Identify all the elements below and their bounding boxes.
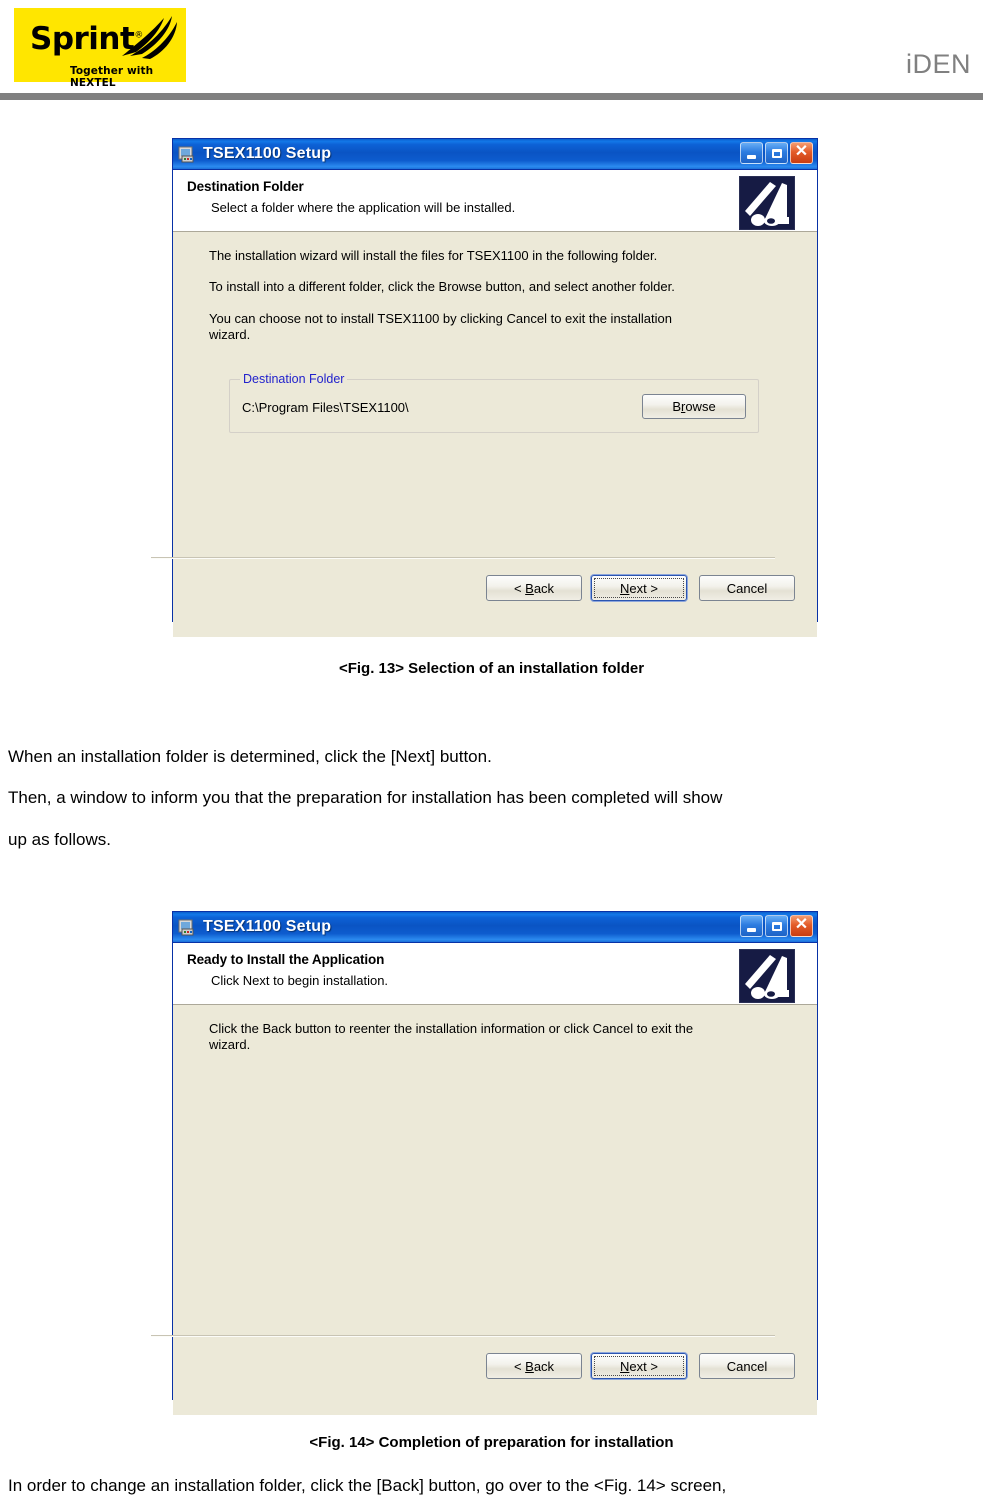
dialog-paragraph: The installation wizard will install the… xyxy=(209,248,658,263)
dialog-titlebar[interactable]: TSEX1100 Setup ✕ xyxy=(173,139,817,170)
setup-brand-icon xyxy=(739,176,795,230)
setup-dialog-ready-to-install[interactable]: TSEX1100 Setup ✕ Ready to Install the Ap… xyxy=(151,911,818,1415)
setup-dialog-destination-folder[interactable]: TSEX1100 Setup ✕ Destination Folder Sele… xyxy=(151,138,818,637)
focus-indicator xyxy=(594,1356,684,1376)
back-button[interactable]: < Back xyxy=(486,575,582,601)
dialog-paragraph: You can choose not to install TSEX1100 b… xyxy=(209,310,672,342)
browse-button-label: Browse xyxy=(672,399,716,414)
header-divider xyxy=(0,93,983,100)
page-header: Sprint® Together with NEXTEL iDEN xyxy=(0,0,983,100)
dialog-header-title: Ready to Install the Application xyxy=(187,952,385,967)
installer-package-icon xyxy=(178,918,197,937)
back-button-label: < Back xyxy=(513,580,555,596)
destination-folder-groupbox: Destination Folder C:\Program Files\TSEX… xyxy=(229,372,759,433)
figure-14-caption: <Fig. 14> Completion of preparation for … xyxy=(309,1434,674,1451)
destination-folder-path: C:\Program Files\TSEX1100\ xyxy=(242,400,409,415)
minimize-button[interactable] xyxy=(740,142,763,164)
sprint-tagline: Together with NEXTEL xyxy=(70,65,154,89)
dialog-body: Click the Back button to reenter the ins… xyxy=(151,1005,817,1415)
maximize-button[interactable] xyxy=(765,142,788,164)
cancel-button[interactable]: Cancel xyxy=(699,575,795,601)
close-icon: ✕ xyxy=(794,143,809,160)
close-icon: ✕ xyxy=(794,916,809,933)
dialog-header-subtitle: Click Next to begin installation. xyxy=(211,973,389,988)
destination-folder-group-label: Destination Folder xyxy=(240,372,348,386)
minimize-icon xyxy=(747,927,756,932)
dialog-body: The installation wizard will install the… xyxy=(151,232,817,637)
minimize-icon xyxy=(747,154,756,159)
back-button-label: < Back xyxy=(513,1358,555,1374)
dialog-header-subtitle: Select a folder where the application wi… xyxy=(211,200,516,215)
sprint-logo: Sprint® Together with NEXTEL xyxy=(14,8,186,89)
close-button[interactable]: ✕ xyxy=(790,142,813,164)
next-button[interactable]: Next > xyxy=(591,575,687,601)
body-paragraph-line-4: In order to change an installation folde… xyxy=(8,1476,727,1495)
footer-divider xyxy=(151,1335,775,1337)
sprint-swoosh-icon xyxy=(122,16,177,59)
maximize-button[interactable] xyxy=(765,915,788,937)
dialog-header-title: Destination Folder xyxy=(187,179,304,194)
back-button[interactable]: < Back xyxy=(486,1353,582,1379)
dialog-title: TSEX1100 Setup xyxy=(203,145,332,162)
next-button[interactable]: Next > xyxy=(591,1353,687,1379)
dialog-paragraph: To install into a different folder, clic… xyxy=(209,279,675,295)
dialog-titlebar[interactable]: TSEX1100 Setup ✕ xyxy=(173,912,817,943)
close-button[interactable]: ✕ xyxy=(790,915,813,937)
minimize-button[interactable] xyxy=(740,915,763,937)
header-brand-iden: iDEN xyxy=(905,49,971,79)
maximize-icon xyxy=(771,921,782,931)
browse-button[interactable]: Browse xyxy=(642,394,746,419)
footer-divider xyxy=(151,557,775,559)
installer-package-icon xyxy=(178,145,197,164)
dialog-paragraph: Click the Back button to reenter the ins… xyxy=(209,1021,694,1053)
cancel-button-label: Cancel xyxy=(726,580,768,596)
dialog-header-banner: Ready to Install the Application Click N… xyxy=(173,943,817,1005)
cancel-button[interactable]: Cancel xyxy=(699,1353,795,1379)
focus-indicator xyxy=(594,578,684,598)
body-paragraph-line-2: Then, a window to inform you that the pr… xyxy=(8,788,723,807)
maximize-icon xyxy=(771,148,782,158)
cancel-button-label: Cancel xyxy=(726,1358,768,1374)
setup-brand-icon xyxy=(739,949,795,1003)
figure-13-caption: <Fig. 13> Selection of an installation f… xyxy=(338,660,645,677)
body-paragraph-line-1: When an installation folder is determine… xyxy=(8,747,492,766)
window-controls[interactable]: ✕ xyxy=(740,142,813,164)
dialog-title: TSEX1100 Setup xyxy=(203,918,332,935)
dialog-header-banner: Destination Folder Select a folder where… xyxy=(173,170,817,232)
window-controls[interactable]: ✕ xyxy=(740,915,813,937)
body-paragraph-line-3: up as follows. xyxy=(8,830,111,849)
